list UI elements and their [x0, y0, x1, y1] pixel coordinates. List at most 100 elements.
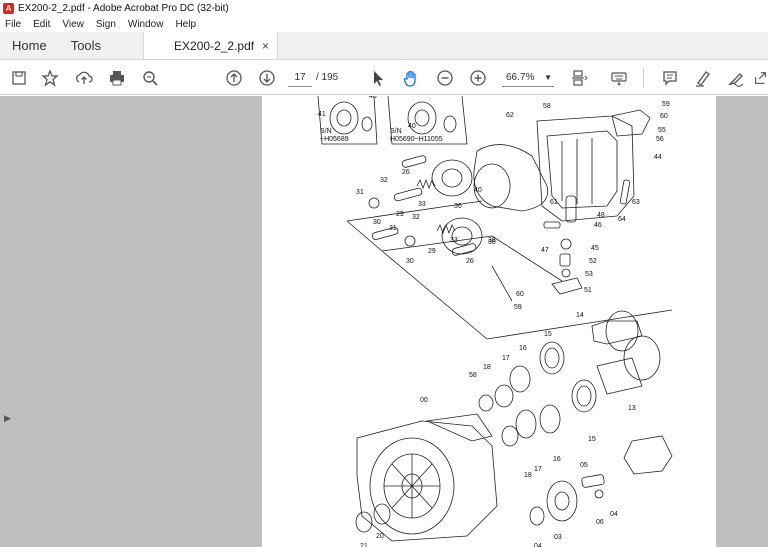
part-label: 55: [658, 127, 666, 134]
part-label: 59: [662, 101, 670, 108]
part-label: 17: [534, 466, 542, 473]
close-tab-icon[interactable]: ×: [262, 39, 269, 53]
part-label: 30: [406, 258, 414, 265]
part-label: 26: [402, 169, 410, 176]
part-label: 21: [360, 543, 368, 547]
part-label: 30: [373, 219, 381, 226]
part-label: 04: [610, 511, 618, 518]
hand-tool-icon[interactable]: [401, 68, 421, 88]
part-label: 40: [474, 187, 482, 194]
sign-pen-icon[interactable]: [726, 68, 746, 88]
part-label: 52: [589, 258, 597, 265]
part-label: 06: [596, 519, 604, 526]
part-label: 15: [588, 436, 596, 443]
menu-sign[interactable]: Sign: [96, 19, 116, 30]
part-label: 29: [396, 211, 404, 218]
part-label: 03: [554, 534, 562, 541]
keyboard-icon[interactable]: [609, 68, 629, 88]
serial-range-left: ~H05689: [320, 136, 349, 143]
chevron-down-icon: ▼: [544, 73, 552, 82]
part-label: 04: [534, 543, 542, 547]
part-label: 32: [380, 177, 388, 184]
serial-label-right: S/N: [390, 128, 402, 135]
part-label: 58: [543, 103, 551, 110]
zoom-in-icon[interactable]: [468, 68, 488, 88]
tab-bar: Home Tools EX200-2_2.pdf ×: [0, 32, 768, 60]
window-titlebar: A EX200-2_2.pdf - Adobe Acrobat Pro DC (…: [0, 0, 768, 16]
part-label: 26: [466, 258, 474, 265]
menu-file[interactable]: File: [5, 19, 21, 30]
part-label: 53: [585, 271, 593, 278]
part-label: 18: [483, 364, 491, 371]
part-label: 31: [389, 225, 397, 232]
left-panel-expand-icon[interactable]: ▶: [4, 413, 11, 424]
part-label: 33: [418, 201, 426, 208]
part-label: 15: [544, 331, 552, 338]
tab-tools[interactable]: Tools: [59, 32, 113, 59]
menu-edit[interactable]: Edit: [33, 19, 50, 30]
part-label: 56: [656, 136, 664, 143]
menu-bar: File Edit View Sign Window Help: [0, 16, 768, 32]
save-icon[interactable]: [9, 68, 29, 88]
zoom-level-select[interactable]: 66.7% ▼: [502, 69, 554, 87]
page-total: / 195: [316, 72, 339, 83]
part-label: 46: [594, 222, 602, 229]
upload-cloud-icon[interactable]: [74, 68, 94, 88]
part-label: 60: [660, 113, 668, 120]
parts-diagram: S/N ~H05689 S/N H05690~H11055 40 41 40 5…: [317, 96, 673, 547]
menu-help[interactable]: Help: [175, 19, 196, 30]
tab-home[interactable]: Home: [0, 32, 59, 59]
part-label: 44: [654, 154, 662, 161]
part-label: 45: [591, 245, 599, 252]
zoom-out-icon[interactable]: [435, 68, 455, 88]
part-label: 33: [450, 237, 458, 244]
part-label: 05: [580, 462, 588, 469]
page-fit-icon[interactable]: [569, 68, 589, 88]
part-label: 60: [516, 291, 524, 298]
part-label: 18: [524, 472, 532, 479]
zoom-level-value: 66.7%: [506, 72, 535, 83]
main-toolbar: 17 / 195 66.7% ▼: [0, 60, 768, 95]
select-cursor-icon[interactable]: [368, 68, 388, 88]
part-label: 31: [356, 189, 364, 196]
part-label: 51: [584, 287, 592, 294]
tab-document[interactable]: EX200-2_2.pdf ×: [143, 32, 279, 59]
document-tab-label: EX200-2_2.pdf: [174, 38, 255, 53]
bookmark-star-icon[interactable]: [40, 68, 60, 88]
menu-window[interactable]: Window: [128, 19, 164, 30]
part-label: 64: [618, 216, 626, 223]
part-label: 36: [488, 237, 496, 244]
pdf-page[interactable]: S/N ~H05689 S/N H05690~H11055 40 41 40 5…: [262, 96, 716, 547]
part-label: 16: [519, 345, 527, 352]
previous-page-icon[interactable]: [224, 68, 244, 88]
part-label: 36: [454, 203, 462, 210]
part-label: 16: [553, 456, 561, 463]
next-page-icon[interactable]: [257, 68, 277, 88]
part-label: 62: [506, 112, 514, 119]
page-number-input[interactable]: 17: [288, 69, 312, 87]
comment-icon[interactable]: [660, 68, 680, 88]
part-label: 58: [469, 372, 477, 379]
part-label: 63: [632, 199, 640, 206]
highlight-pen-icon[interactable]: [693, 68, 713, 88]
serial-range-right: H05690~H11055: [390, 136, 443, 143]
part-label: 40: [408, 123, 416, 130]
part-label: 48: [597, 212, 605, 219]
share-icon[interactable]: [752, 68, 768, 88]
acrobat-logo-icon: A: [3, 2, 14, 14]
part-label: 41: [318, 111, 326, 118]
toolbar-divider: [643, 68, 644, 88]
part-label: 32: [412, 214, 420, 221]
part-label: 29: [428, 248, 436, 255]
serial-label-left: S/N: [320, 128, 332, 135]
menu-view[interactable]: View: [62, 19, 84, 30]
part-label: 14: [576, 312, 584, 319]
part-label: 00: [420, 397, 428, 404]
zoom-search-icon[interactable]: [140, 68, 160, 88]
part-label: 61: [550, 199, 558, 206]
print-icon[interactable]: [107, 68, 127, 88]
window-title: EX200-2_2.pdf - Adobe Acrobat Pro DC (32…: [18, 2, 229, 14]
part-label: 20: [376, 533, 384, 540]
part-label: 47: [541, 247, 549, 254]
part-label: 17: [502, 355, 510, 362]
